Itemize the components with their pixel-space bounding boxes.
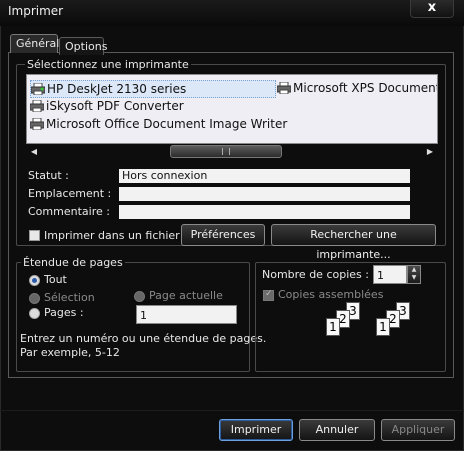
- spin-down-icon[interactable]: ▼: [412, 274, 417, 281]
- selection-radio: [29, 293, 40, 304]
- comment-label: Commentaire :: [28, 205, 110, 218]
- cancel-button[interactable]: Annuler: [299, 419, 375, 441]
- all-pages-label[interactable]: Tout: [44, 273, 67, 286]
- tab-options[interactable]: Options: [59, 37, 107, 55]
- printer-name: Microsoft Office Document Image Writer: [46, 117, 288, 131]
- apply-button: Appliquer: [381, 419, 455, 441]
- print-to-file-label[interactable]: Imprimer dans un fichier: [44, 229, 180, 242]
- copies-input[interactable]: 1: [373, 265, 407, 284]
- printer-name: HP DeskJet 2130 series: [47, 82, 187, 96]
- spin-up-icon[interactable]: ▲: [412, 266, 417, 273]
- copies-label: Nombre de copies :: [262, 268, 369, 281]
- collate-label: Copies assemblées: [278, 288, 384, 301]
- printer-item-hp-deskjet[interactable]: HP DeskJet 2130 series: [30, 80, 276, 98]
- all-pages-radio[interactable]: [29, 275, 40, 286]
- preferences-button[interactable]: Préférences: [181, 224, 265, 246]
- printer-group-label: Sélectionnez une imprimante: [25, 58, 191, 71]
- scroll-right-arrow-icon[interactable]: ▶: [422, 144, 438, 160]
- current-page-radio: [134, 291, 145, 302]
- page-range-label: Étendue de pages: [21, 256, 125, 269]
- print-to-file-checkbox[interactable]: [29, 230, 40, 241]
- printer-item-office-image-writer[interactable]: Microsoft Office Document Image Writer: [29, 116, 288, 134]
- printer-icon: [276, 81, 292, 95]
- selection-label: Sélection: [44, 291, 95, 304]
- status-value: Hors connexion: [119, 169, 410, 183]
- current-page-label: Page actuelle: [149, 289, 223, 302]
- page-range-help-line1: Entrez un numéro ou une étendue de pages…: [20, 332, 267, 345]
- close-button[interactable]: x: [410, 0, 454, 18]
- copies-spinner[interactable]: ▲ ▼: [407, 265, 421, 284]
- page-range-help-line2: Par exemple, 5-12: [20, 346, 120, 359]
- collate-checkbox: [263, 289, 274, 301]
- printer-name: Microsoft XPS Document W: [293, 81, 438, 95]
- printer-icon: [29, 99, 45, 113]
- pages-input[interactable]: 1: [136, 305, 237, 324]
- location-label: Emplacement :: [28, 187, 112, 200]
- title-bar[interactable]: Imprimer: [0, 0, 464, 26]
- scroll-left-arrow-icon[interactable]: ◀: [26, 144, 42, 160]
- location-value: [119, 187, 410, 201]
- pages-radio[interactable]: [29, 308, 40, 319]
- status-label: Statut :: [28, 169, 69, 182]
- collate-illustration-icon: 3 2 1 3 2 1: [320, 302, 420, 344]
- printer-icon-green: [30, 82, 46, 96]
- printer-name: iSkysoft PDF Converter: [46, 99, 184, 113]
- comment-value: [119, 205, 410, 219]
- pages-label[interactable]: Pages :: [44, 306, 84, 319]
- tab-general[interactable]: Général: [10, 34, 59, 53]
- printer-item-iskysoft[interactable]: iSkysoft PDF Converter: [29, 98, 184, 116]
- footer-divider: [0, 410, 464, 411]
- printer-list[interactable]: HP DeskJet 2130 series iSkysoft PDF Conv…: [26, 74, 438, 144]
- window-title: Imprimer: [8, 4, 64, 18]
- print-button[interactable]: Imprimer: [219, 419, 293, 441]
- printer-item-xps[interactable]: Microsoft XPS Document W: [276, 80, 438, 98]
- scrollbar-grip-icon: [222, 148, 230, 155]
- find-printer-button[interactable]: Rechercher une imprimante...: [271, 224, 436, 261]
- printer-icon: [29, 117, 45, 131]
